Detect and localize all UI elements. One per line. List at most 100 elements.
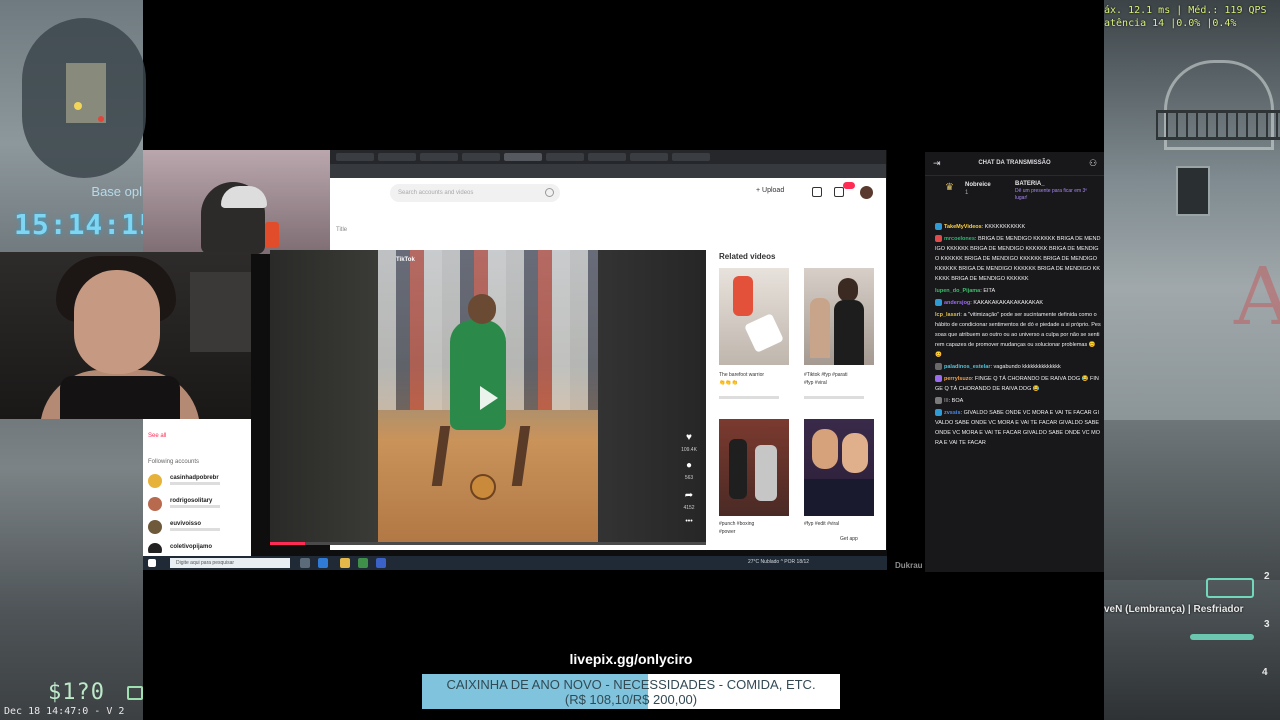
watermark-text: Dukrau: [895, 561, 923, 570]
chat-username[interactable]: andersjog: [944, 300, 970, 306]
account-name: casinhadpobrebr: [170, 475, 219, 481]
donation-url: livepix.gg/onlyciro: [569, 651, 693, 667]
system-tray: 27°C Nublado ^ POR 18/12: [748, 559, 810, 565]
search-icon[interactable]: [545, 188, 554, 197]
related-video-caption[interactable]: #Tiktok #fyp #parati: [804, 372, 876, 378]
chat-username[interactable]: paladinos_estelar: [944, 364, 990, 370]
pinned-detail: Dê um presente para ficar em 3º lugar!: [1015, 188, 1088, 201]
taskbar-search[interactable]: Digite aqui para pesquisar: [170, 558, 290, 568]
browser-tab[interactable]: [672, 153, 710, 161]
chat-username[interactable]: lcp_lassri: [935, 312, 960, 318]
get-app-link[interactable]: Get app: [840, 536, 912, 542]
chat-header: ⇥ CHAT DA TRANSMISSÃO ⚇: [925, 152, 1104, 176]
chat-message: TakeMyVideos: KKKKKKKKKKK: [935, 222, 1101, 232]
browser-tab[interactable]: [420, 153, 458, 161]
like-count: 109.4K: [681, 447, 697, 453]
folder-taskbar-icon[interactable]: [340, 558, 350, 568]
sidebar-account[interactable]: casinhadpobrebr: [148, 474, 248, 488]
chat-badge-icon: [935, 409, 942, 417]
recording-date: Dec 18 14:47:0 - V 2: [4, 706, 125, 717]
app2-taskbar-icon[interactable]: [376, 558, 386, 568]
comment-icon[interactable]: ●: [682, 460, 696, 471]
account-name: coletivopijamo: [170, 544, 213, 550]
chat-username[interactable]: zvssis: [944, 410, 961, 416]
related-video-meta: [804, 396, 864, 399]
webcam-streamer-shirt: [60, 376, 180, 419]
browser-tab[interactable]: [588, 153, 626, 161]
wall-letter-sign: A: [1234, 250, 1280, 343]
donation-goal-bar: CAIXINHA DE ANO NOVO - NECESSIDADES - CO…: [422, 674, 840, 709]
related-video-thumb[interactable]: [719, 419, 789, 516]
sidebar-account[interactable]: euvivoisso: [148, 520, 248, 534]
video-progress-bar[interactable]: [270, 542, 706, 545]
more-icon[interactable]: •••: [682, 518, 696, 525]
chat-text: KAKAKAKAKAKAKAKAKAK: [973, 300, 1044, 306]
browser-tab[interactable]: [462, 153, 500, 161]
account-avatar: [148, 474, 162, 488]
chat-badge-icon: [935, 223, 942, 231]
related-video-caption[interactable]: #fyp #edit #viral: [804, 521, 876, 527]
browser-tab[interactable]: [630, 153, 668, 161]
windows-start-icon[interactable]: [148, 559, 156, 567]
sidebar-account[interactable]: coletivopijamo: [148, 543, 248, 553]
related-video-thumb[interactable]: [719, 268, 789, 365]
account-avatar: [148, 520, 162, 534]
filter-icon[interactable]: [812, 187, 822, 197]
account-subtitle: [170, 505, 220, 508]
video-blur-left: [270, 250, 378, 542]
chat-username[interactable]: mrcoelones: [944, 236, 975, 242]
task-view-icon[interactable]: [300, 558, 310, 568]
webcam-streamer-face: [74, 270, 160, 374]
sidebar-account[interactable]: rodrigosolitary: [148, 497, 248, 511]
video-player-head: [468, 294, 496, 324]
share-icon[interactable]: ➦: [682, 490, 696, 501]
browser-tab[interactable]: [336, 153, 374, 161]
weapon-slot-3: 3: [1264, 619, 1270, 630]
comment-count: 563: [684, 475, 694, 481]
chat-username[interactable]: TakeMyVideos: [944, 224, 982, 230]
perf-line-1: áx. 12.1 ms | Méd.: 119 QPS: [1104, 5, 1267, 16]
base-label: Base opl: [91, 184, 142, 199]
hype-chat-banner[interactable]: ♛ Nobreice 1 BATERIA_ Dê um presente par…: [929, 178, 1100, 208]
related-videos-title: Related videos: [719, 252, 776, 261]
users-icon[interactable]: ⚇: [1089, 158, 1097, 169]
browser-taskbar-icon[interactable]: [318, 558, 328, 568]
upload-button[interactable]: + Upload: [756, 187, 784, 194]
search-input[interactable]: Search accounts and videos: [390, 184, 560, 202]
related-video-thumb[interactable]: [804, 419, 874, 516]
chat-username[interactable]: perrylsuzo: [944, 376, 972, 382]
pinned-user: Nobreice: [965, 182, 991, 188]
webcam-can: [265, 222, 279, 248]
webcam-background: [190, 272, 251, 352]
game-minimap: [22, 18, 146, 178]
chat-text: vagabundo kkkkkkkkkkkkkk: [993, 364, 1061, 370]
stream-screen: Base opl 15:14:15 $1?0 Dec 18 14:47:0 - …: [0, 0, 1280, 720]
account-name: rodrigosolitary: [170, 498, 213, 504]
chat-message: paladinos_estelar: vagabundo kkkkkkkkkkk…: [935, 362, 1101, 372]
see-all-link[interactable]: See all: [148, 433, 166, 439]
play-icon[interactable]: [480, 386, 498, 410]
related-video-caption[interactable]: #punch #boxing: [719, 521, 791, 527]
donation-goal-title: CAIXINHA DE ANO NOVO - NECESSIDADES - CO…: [446, 677, 816, 692]
avatar[interactable]: [860, 186, 873, 199]
chat-badge-icon: [935, 235, 942, 243]
browser-tab[interactable]: [378, 153, 416, 161]
related-video-thumb[interactable]: [804, 268, 874, 365]
browser-tab-active[interactable]: [504, 153, 542, 161]
secondary-webcam: [143, 150, 330, 254]
stream-chat-panel: ⇥ CHAT DA TRANSMISSÃO ⚇ ♛ Nobreice 1 BAT…: [925, 152, 1104, 572]
crown-icon: ♛: [945, 182, 954, 193]
related-video-caption[interactable]: The barefoot warrior: [719, 372, 791, 378]
browser-tab[interactable]: [546, 153, 584, 161]
app-taskbar-icon[interactable]: [358, 558, 368, 568]
video-progress-fill: [270, 542, 305, 545]
browser-address-bar[interactable]: [330, 164, 886, 178]
browser-tab-strip[interactable]: [330, 150, 886, 164]
donation-goal-text: CAIXINHA DE ANO NOVO - NECESSIDADES - CO…: [422, 677, 840, 707]
chat-username[interactable]: lupen_do_Pijama: [935, 288, 980, 294]
notification-badge: [843, 182, 855, 189]
like-icon[interactable]: ♥: [682, 432, 696, 443]
streamer-webcam: [0, 252, 251, 419]
chat-title: CHAT DA TRANSMISSÃO: [978, 160, 1051, 166]
inbox-icon[interactable]: [834, 187, 844, 197]
